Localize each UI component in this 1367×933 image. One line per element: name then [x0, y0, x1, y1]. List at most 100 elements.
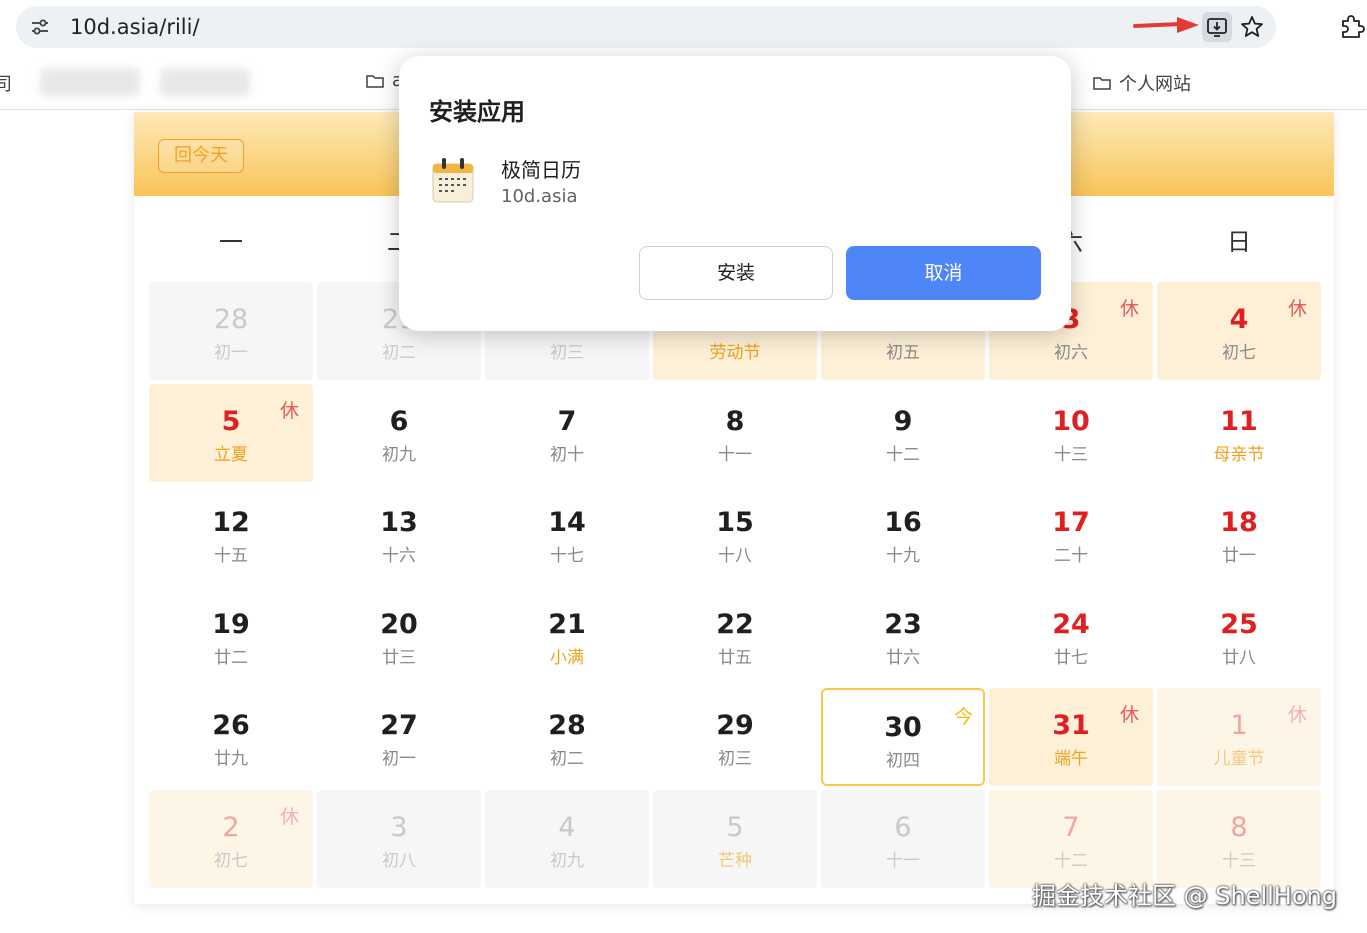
- calendar-day-cell[interactable]: 18 廿一: [1157, 485, 1321, 583]
- site-settings-icon[interactable]: [30, 17, 50, 37]
- calendar-day-cell[interactable]: 23 廿六: [821, 587, 985, 685]
- bookmark-folder[interactable]: a: [366, 70, 403, 91]
- calendar-day-cell[interactable]: 28 初一: [149, 282, 313, 380]
- day-number: 13: [380, 507, 418, 538]
- calendar-day-cell[interactable]: 11 母亲节: [1157, 384, 1321, 482]
- lunar-date: 初十: [550, 444, 584, 465]
- install-app-dialog: 安装应用 极简日历 10d.asia 安装 取消: [399, 56, 1071, 331]
- lunar-date: 廿九: [214, 749, 248, 769]
- calendar-day-cell[interactable]: 10 十三: [989, 384, 1153, 482]
- holiday-rest-badge: 休: [1119, 298, 1139, 320]
- calendar-day-cell[interactable]: 16 十九: [821, 485, 985, 583]
- weekday-header: 一: [219, 228, 243, 256]
- calendar-day-cell[interactable]: 30 初四今: [821, 688, 985, 786]
- calendar-day-cell[interactable]: 2 初七休: [149, 789, 313, 888]
- calendar-day-cell[interactable]: 26 廿九: [149, 688, 313, 786]
- bookmark-star-icon[interactable]: [1238, 13, 1266, 41]
- holiday-rest-badge: 休: [1287, 298, 1307, 320]
- calendar-day-cell[interactable]: 1 儿童节休: [1157, 688, 1321, 786]
- lunar-date: 十一: [886, 850, 920, 871]
- lunar-date: 初九: [550, 850, 584, 871]
- calendar-day-cell[interactable]: 9 十二: [821, 384, 985, 482]
- calendar-day-cell[interactable]: 28 初二: [485, 688, 649, 786]
- calendar-day-cell[interactable]: 3 初八: [317, 789, 481, 888]
- back-to-today-button[interactable]: 回今天: [158, 139, 244, 173]
- today-badge: 今: [953, 706, 973, 728]
- holiday-rest-badge: 休: [1287, 704, 1307, 726]
- lunar-date: 初二: [382, 343, 416, 363]
- lunar-date: 初八: [382, 850, 416, 871]
- lunar-date: 廿二: [214, 647, 248, 668]
- day-number: 7: [557, 405, 577, 437]
- calendar-day-cell[interactable]: 25 廿八: [1157, 587, 1321, 685]
- calendar-day-cell[interactable]: 24 廿七: [989, 587, 1153, 685]
- blurred-bookmark: [160, 68, 250, 96]
- lunar-date: 十三: [1054, 444, 1088, 465]
- lunar-date: 儿童节: [1213, 749, 1265, 769]
- watermark: 掘金技术社区 @ ShellHong: [1032, 882, 1337, 910]
- lunar-date: 芒种: [718, 850, 752, 871]
- day-number: 11: [1220, 405, 1258, 437]
- lunar-date: 十五: [214, 546, 248, 566]
- calendar-day-cell[interactable]: 15 十八: [653, 485, 817, 583]
- day-number: 16: [884, 507, 922, 538]
- bookmark-folder-personal-site[interactable]: 个人网站: [1093, 70, 1191, 96]
- calendar-day-cell[interactable]: 6 十一: [821, 789, 985, 888]
- calendar-day-cell[interactable]: 27 初一: [317, 688, 481, 786]
- url-text[interactable]: 10d.asia/rili/: [70, 14, 200, 40]
- lunar-date: 初五: [886, 343, 920, 363]
- cancel-button[interactable]: 取消: [846, 246, 1041, 300]
- lunar-date: 初六: [1054, 343, 1088, 363]
- address-bar[interactable]: 10d.asia/rili/: [16, 6, 1276, 48]
- day-number: 21: [548, 608, 586, 640]
- calendar-day-cell[interactable]: 7 十二: [989, 789, 1153, 888]
- calendar-day-cell[interactable]: 14 十七: [485, 485, 649, 583]
- lunar-date: 初三: [550, 343, 584, 363]
- calendar-day-cell[interactable]: 4 初七休: [1157, 282, 1321, 380]
- calendar-day-cell[interactable]: 5 立夏休: [149, 383, 313, 482]
- day-number: 18: [1220, 507, 1258, 538]
- calendar-day-cell[interactable]: 21 小满: [485, 587, 649, 685]
- calendar-day-cell[interactable]: 31 端午休: [989, 688, 1153, 786]
- calendar-day-cell[interactable]: 17 二十: [989, 485, 1153, 583]
- extensions-icon[interactable]: [1338, 12, 1366, 40]
- install-app-icon[interactable]: [1202, 12, 1232, 42]
- calendar-day-cell[interactable]: 7 初十: [485, 384, 649, 482]
- calendar-day-cell[interactable]: 19 廿二: [149, 587, 313, 685]
- calendar-day-cell[interactable]: 5 芒种: [653, 789, 817, 888]
- lunar-date: 廿八: [1222, 647, 1256, 668]
- lunar-date: 廿一: [1222, 546, 1256, 566]
- bookmark-partial[interactable]: 司: [0, 70, 12, 96]
- lunar-date: 初四: [886, 751, 920, 771]
- lunar-date: 十三: [1222, 850, 1256, 871]
- lunar-date: 初二: [550, 749, 584, 769]
- day-number: 8: [725, 405, 745, 437]
- calendar-day-cell[interactable]: 22 廿五: [653, 587, 817, 685]
- day-number: 6: [894, 811, 912, 843]
- calendar-day-cell[interactable]: 8 十一: [653, 384, 817, 482]
- app-name: 极简日历: [501, 158, 581, 182]
- lunar-date: 十八: [718, 546, 752, 566]
- day-number: 15: [716, 507, 754, 538]
- day-number: 23: [884, 608, 922, 640]
- lunar-date: 十七: [550, 546, 584, 566]
- folder-icon: [1093, 77, 1111, 90]
- holiday-rest-badge: 休: [1119, 704, 1139, 726]
- calendar-day-cell[interactable]: 8 十三: [1157, 789, 1321, 888]
- calendar-day-cell[interactable]: 29 初三: [653, 688, 817, 786]
- install-button[interactable]: 安装: [639, 246, 833, 300]
- day-number: 8: [1230, 811, 1248, 843]
- lunar-date: 初七: [214, 850, 248, 871]
- calendar-day-cell[interactable]: 13 十六: [317, 485, 481, 583]
- lunar-date: 初一: [214, 343, 248, 363]
- day-number: 17: [1052, 507, 1090, 538]
- calendar-day-cell[interactable]: 6 初九: [317, 384, 481, 482]
- calendar-day-cell[interactable]: 20 廿三: [317, 587, 481, 685]
- lunar-date: 初七: [1222, 343, 1256, 363]
- lunar-date: 十二: [1054, 850, 1088, 871]
- calendar-app-icon: [432, 158, 474, 203]
- calendar-day-cell[interactable]: 4 初九: [485, 789, 649, 888]
- calendar-day-cell[interactable]: 12 十五: [149, 485, 313, 583]
- blurred-bookmark: [40, 68, 140, 96]
- lunar-date: 廿五: [718, 647, 752, 668]
